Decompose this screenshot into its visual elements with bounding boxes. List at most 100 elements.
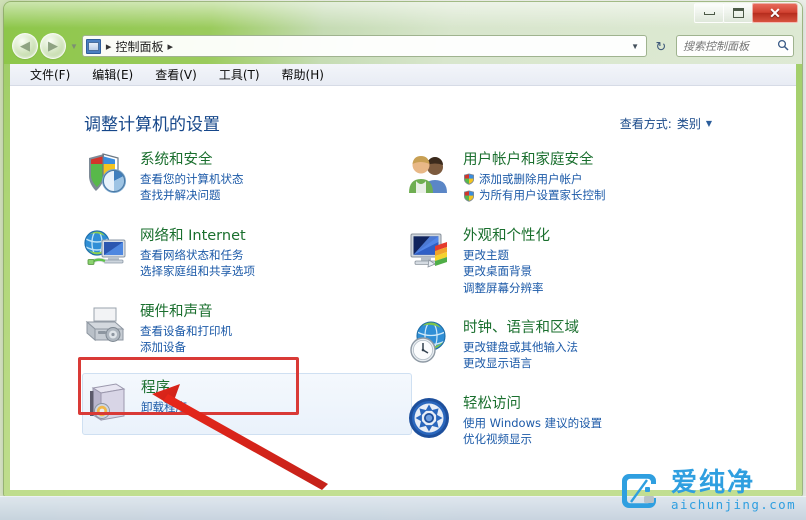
category-link-label: 卸载程序 [141, 400, 187, 415]
category-link[interactable]: 为所有用户设置家长控制 [463, 187, 606, 203]
category-link[interactable]: 更改桌面背景 [463, 263, 550, 279]
category-link[interactable]: 使用 Windows 建议的设置 [463, 415, 602, 431]
category-link[interactable]: 查看网络状态和任务 [140, 247, 255, 263]
category-title[interactable]: 时钟、语言和区域 [463, 319, 579, 337]
view-by-value[interactable]: 类别 [677, 115, 701, 132]
category-network-and-internet[interactable]: 网络和 Internet 查看网络状态和任务 选择家庭组和共享选项 [82, 222, 412, 288]
category-title[interactable]: 用户帐户和家庭安全 [463, 151, 606, 169]
category-link-label: 更改桌面背景 [463, 264, 532, 279]
search-box[interactable] [676, 35, 794, 57]
category-body: 程序 卸载程序 [141, 378, 187, 426]
category-link-label: 查看设备和打印机 [140, 323, 232, 338]
close-button[interactable]: ✕ [752, 3, 798, 23]
breadcrumb-separator-2[interactable]: ▸ [167, 40, 173, 53]
recent-pages-caret-icon[interactable]: ▼ [70, 42, 78, 51]
category-link-label: 优化视频显示 [463, 432, 532, 447]
category-title[interactable]: 程序 [141, 379, 187, 397]
clock-globe-icon [405, 318, 453, 366]
chevron-down-icon[interactable]: ▼ [706, 119, 712, 128]
appearance-monitor-icon [405, 226, 453, 274]
category-user-accounts[interactable]: 用户帐户和家庭安全 添加或删除用户帐户 为所有用户设置家长控制 [405, 146, 735, 212]
category-link[interactable]: 更改键盘或其他输入法 [463, 339, 579, 355]
minimize-button[interactable] [694, 3, 724, 23]
category-link[interactable]: 更改主题 [463, 247, 550, 263]
maximize-button[interactable] [723, 3, 753, 23]
category-link[interactable]: 添加设备 [140, 339, 232, 355]
category-link[interactable]: 更改显示语言 [463, 355, 579, 371]
category-hardware-and-sound[interactable]: 硬件和声音 查看设备和打印机 添加设备 [82, 298, 412, 364]
category-link-label: 选择家庭组和共享选项 [140, 264, 255, 279]
back-arrow-icon: ◀ [20, 38, 30, 54]
category-link[interactable]: 添加或删除用户帐户 [463, 171, 606, 187]
uac-shield-icon [463, 190, 475, 202]
programs-box-icon [83, 378, 131, 426]
page-title: 调整计算机的设置 [84, 115, 220, 135]
search-icon [777, 39, 789, 54]
printer-hardware-icon [82, 302, 130, 350]
menu-tools[interactable]: 工具(T) [217, 65, 262, 84]
category-link-label: 调整屏幕分辨率 [463, 280, 544, 295]
category-clock-language-region[interactable]: 时钟、语言和区域 更改键盘或其他输入法 更改显示语言 [405, 314, 735, 380]
category-title[interactable]: 轻松访问 [463, 395, 602, 413]
category-ease-of-access[interactable]: 轻松访问 使用 Windows 建议的设置 优化视频显示 [405, 390, 735, 456]
category-link[interactable]: 优化视频显示 [463, 431, 602, 447]
category-system-and-security[interactable]: 系统和安全 查看您的计算机状态 查找并解决问题 [82, 146, 412, 212]
category-column-right: 用户帐户和家庭安全 添加或删除用户帐户 为所有用户设置家长控制 外观和个性化 更… [405, 146, 735, 465]
category-title[interactable]: 系统和安全 [140, 151, 244, 169]
forward-button[interactable]: ▶ [40, 33, 66, 59]
category-programs[interactable]: 程序 卸载程序 [82, 373, 412, 436]
category-body: 时钟、语言和区域 更改键盘或其他输入法 更改显示语言 [463, 318, 579, 372]
menu-edit[interactable]: 编辑(E) [90, 65, 135, 84]
category-link[interactable]: 调整屏幕分辨率 [463, 280, 550, 296]
menu-view[interactable]: 查看(V) [153, 65, 199, 84]
category-body: 系统和安全 查看您的计算机状态 查找并解决问题 [140, 150, 244, 204]
maximize-icon [732, 8, 744, 18]
breadcrumb-control-panel[interactable]: 控制面板 [115, 38, 163, 55]
category-link-uninstall[interactable]: 卸载程序 [141, 399, 187, 415]
menu-file[interactable]: 文件(F) [28, 65, 72, 84]
breadcrumb-separator-1[interactable]: ▸ [106, 40, 112, 53]
category-link-label: 为所有用户设置家长控制 [479, 188, 606, 203]
category-link[interactable]: 查找并解决问题 [140, 187, 244, 203]
category-appearance[interactable]: 外观和个性化 更改主题 更改桌面背景 调整屏幕分辨率 [405, 222, 735, 304]
network-globe-icon [82, 226, 130, 274]
category-link-label: 更改主题 [463, 247, 509, 262]
category-column-left: 系统和安全 查看您的计算机状态 查找并解决问题 网络和 Internet 查看网… [82, 146, 412, 445]
view-by-selector[interactable]: 查看方式: 类别 ▼ [620, 115, 712, 132]
security-shield-icon [82, 150, 130, 198]
category-link[interactable]: 查看您的计算机状态 [140, 171, 244, 187]
category-body: 轻松访问 使用 Windows 建议的设置 优化视频显示 [463, 394, 602, 448]
watermark-text: 爱纯净 aichunjing.com [671, 470, 796, 512]
minimize-icon [703, 11, 715, 15]
watermark-domain: aichunjing.com [671, 497, 796, 513]
address-dropdown-caret-icon[interactable]: ▼ [626, 42, 644, 51]
category-body: 外观和个性化 更改主题 更改桌面背景 调整屏幕分辨率 [463, 226, 550, 296]
refresh-icon: ↻ [655, 38, 667, 54]
category-body: 网络和 Internet 查看网络状态和任务 选择家庭组和共享选项 [140, 226, 255, 280]
menu-bar: 文件(F) 编辑(E) 查看(V) 工具(T) 帮助(H) [10, 64, 796, 86]
category-link[interactable]: 查看设备和打印机 [140, 323, 232, 339]
category-link-label: 更改显示语言 [463, 356, 532, 371]
category-link[interactable]: 选择家庭组和共享选项 [140, 263, 255, 279]
category-title[interactable]: 网络和 Internet [140, 227, 255, 245]
view-by-label: 查看方式: [619, 117, 672, 131]
category-link-label: 查看您的计算机状态 [140, 172, 244, 187]
category-link-label: 更改键盘或其他输入法 [463, 340, 578, 355]
titlebar-sheen [4, 2, 802, 28]
aichunjing-logo-icon [616, 468, 662, 514]
content-pane: 调整计算机的设置 查看方式: 类别 ▼ 系统和安全 查看您的计算机状态 查找并解… [10, 86, 796, 490]
category-link-label: 添加或删除用户帐户 [479, 172, 583, 187]
search-input[interactable] [681, 38, 775, 54]
ease-of-access-icon [405, 394, 453, 442]
menu-help[interactable]: 帮助(H) [280, 65, 326, 84]
back-button[interactable]: ◀ [12, 33, 38, 59]
category-body: 硬件和声音 查看设备和打印机 添加设备 [140, 302, 232, 356]
refresh-button[interactable]: ↻ [650, 35, 672, 57]
category-title[interactable]: 外观和个性化 [463, 227, 550, 245]
category-title[interactable]: 硬件和声音 [140, 303, 232, 321]
watermark-chinese: 爱纯净 [671, 468, 756, 499]
navigation-bar: ◀ ▶ ▼ ▸ 控制面板 ▸ ▼ ↻ [4, 28, 802, 64]
category-link-label: 添加设备 [140, 340, 186, 355]
address-bar[interactable]: ▸ 控制面板 ▸ ▼ [81, 35, 647, 57]
control-panel-window: ✕ ◀ ▶ ▼ ▸ 控制面板 ▸ ▼ ↻ 搜索控制面板 文件(F) 编辑(E) … [4, 2, 802, 496]
